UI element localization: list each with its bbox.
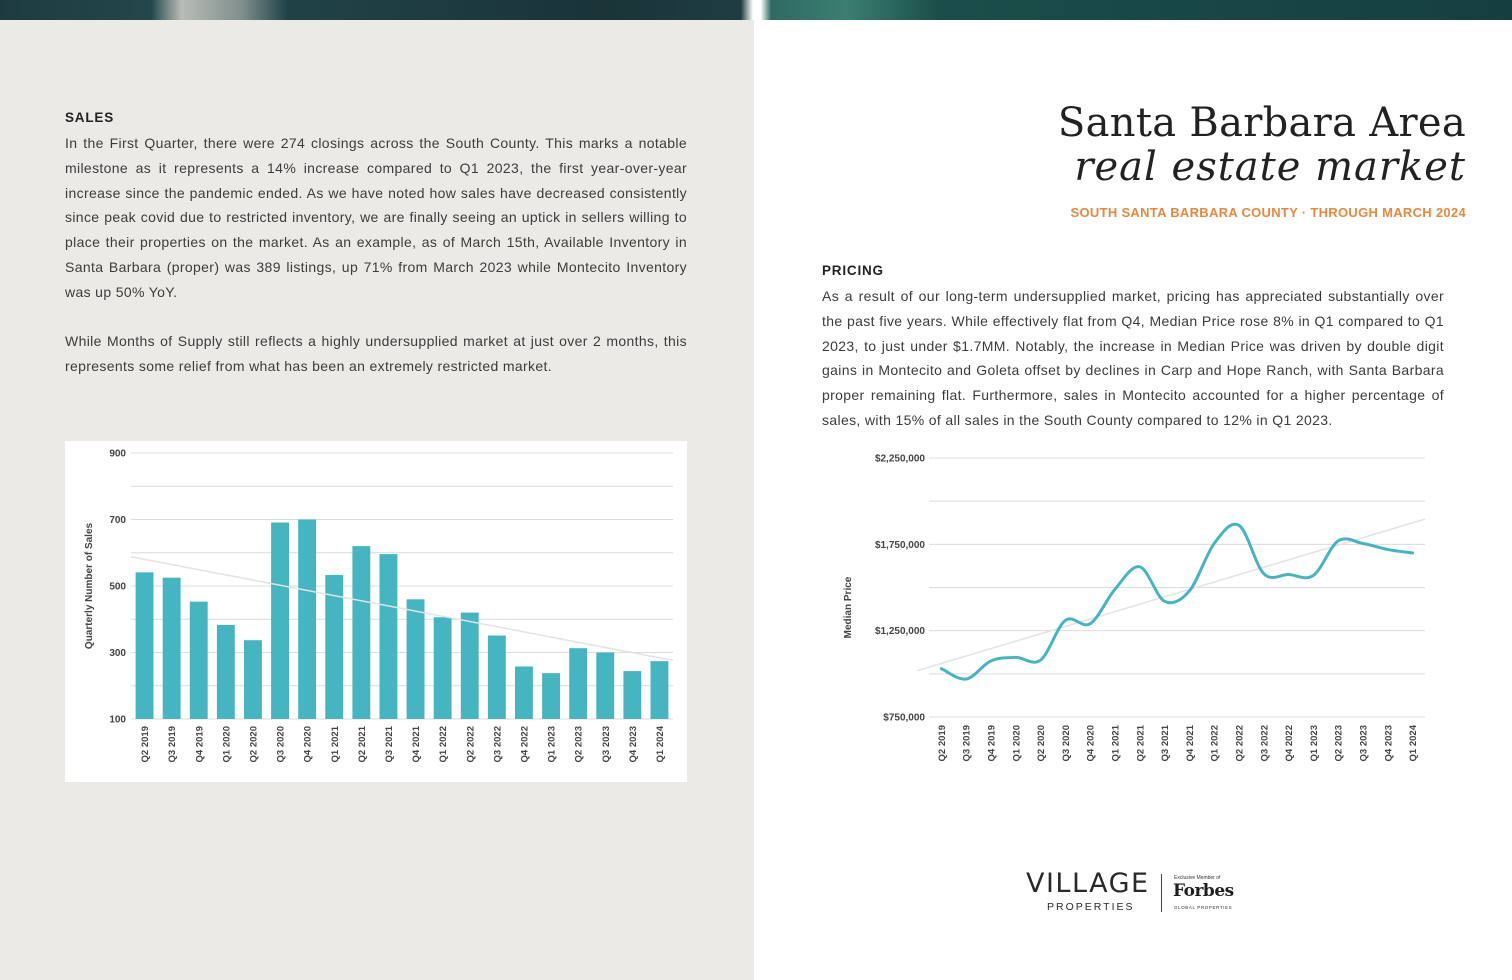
bar <box>650 661 669 719</box>
y-tick-label: 300 <box>109 648 126 659</box>
x-tick-label: Q4 2022 <box>1284 725 1295 761</box>
bar <box>298 519 317 719</box>
sales-bar-chart-card: 100 300 500 700 900 Q2 2019 Q3 2019 Q4 2019 Q1 2… <box>65 441 687 782</box>
y-tick-label: 100 <box>109 715 126 726</box>
page-title-line-2: real estate market <box>1074 144 1466 190</box>
page-title-line-1: Santa Barbara Area <box>1057 100 1466 146</box>
trend-line <box>916 518 1426 672</box>
bar <box>487 635 506 719</box>
bar <box>352 546 371 719</box>
x-tick-label: Q4 2021 <box>1185 724 1196 761</box>
x-tick-label: Q3 2023 <box>601 726 612 762</box>
bar <box>379 554 398 719</box>
sales-text: In the First Quarter, there were 274 clo… <box>65 131 687 379</box>
bar <box>162 577 181 719</box>
x-tick-label: Q3 2021 <box>384 725 395 762</box>
village-logo-text: VILLAGE <box>1026 868 1150 899</box>
sales-bar-chart: 100 300 500 700 900 Q2 2019 Q3 2019 Q4 2019 Q1 2… <box>84 449 674 762</box>
properties-logo-text: PROPERTIES <box>1047 901 1135 913</box>
x-tick-label: Q4 2019 <box>987 725 998 761</box>
sales-paragraph-2: While Months of Supply still reflects a … <box>65 333 687 375</box>
pricing-text: As a result of our long-term undersuppli… <box>822 284 1444 433</box>
pricing-heading: PRICING <box>822 263 884 278</box>
median-price-line-chart: $750,000 $1,250,000 $1,750,000 $2,250,000 Q2… <box>843 454 1426 761</box>
y-tick-label: $1,250,000 <box>875 626 925 637</box>
x-tick-label: Q4 2022 <box>519 726 530 762</box>
x-tick-label: Q2 2019 <box>937 725 948 761</box>
x-tick-label: Q3 2022 <box>1259 725 1270 761</box>
trend-line <box>130 555 674 662</box>
x-tick-label: Q2 2023 <box>1334 725 1345 761</box>
x-tick-label: Q4 2020 <box>303 726 314 762</box>
sales-paragraph-1: In the First Quarter, there were 274 clo… <box>65 135 687 300</box>
x-tick-label: Q1 2023 <box>1309 725 1320 761</box>
bar <box>515 666 533 719</box>
bar <box>596 652 615 719</box>
y-tick-label: $2,250,000 <box>875 454 925 465</box>
bar <box>135 572 154 719</box>
bar <box>216 624 235 719</box>
x-tick-label: Q4 2019 <box>194 726 205 762</box>
x-tick-label: Q4 2023 <box>1383 725 1394 761</box>
x-tick-label: Q3 2019 <box>962 725 973 761</box>
top-banner-image <box>0 0 1512 20</box>
sales-heading: SALES <box>65 110 115 125</box>
x-tick-label: Q3 2021 <box>1160 724 1171 761</box>
bar <box>271 522 289 719</box>
x-tick-label: Q3 2023 <box>1359 725 1370 761</box>
forbes-logo: Forbes <box>1173 881 1234 901</box>
x-tick-label: Q4 2021 <box>411 725 422 762</box>
x-tick-label: Q1 2024 <box>655 725 666 762</box>
x-tick-label: Q3 2020 <box>276 726 287 762</box>
x-tick-label: Q1 2024 <box>1408 724 1419 761</box>
price-line <box>939 522 1415 681</box>
x-tick-label: Q2 2020 <box>248 726 259 762</box>
x-tick-label: Q2 2022 <box>1235 725 1246 761</box>
x-tick-label: Q4 2023 <box>628 726 639 762</box>
bar <box>542 673 560 719</box>
bar <box>189 601 208 719</box>
y-tick-label: $1,750,000 <box>875 540 925 551</box>
y-tick-label: 900 <box>109 449 126 460</box>
x-tick-label: Q3 2019 <box>167 726 178 762</box>
x-tick-label: Q1 2022 <box>438 726 449 762</box>
y-axis-label: Median Price <box>843 576 854 638</box>
x-tick-label: Q2 2021 <box>1135 724 1146 761</box>
x-tick-label: Q2 2021 <box>357 725 368 762</box>
x-tick-label: Q1 2020 <box>1011 725 1022 761</box>
x-tick-label: Q2 2023 <box>574 726 585 762</box>
x-tick-label: Q2 2020 <box>1036 725 1047 761</box>
x-tick-label: Q1 2022 <box>1210 725 1221 761</box>
x-tick-label: Q3 2020 <box>1061 725 1072 761</box>
bar <box>569 648 588 719</box>
bar <box>406 599 425 719</box>
page-subtitle: SOUTH SANTA BARBARA COUNTY · THROUGH MAR… <box>1070 205 1466 220</box>
x-tick-label: Q2 2019 <box>140 726 151 762</box>
bar <box>244 640 262 719</box>
bar <box>623 671 642 719</box>
x-tick-label: Q4 2020 <box>1086 725 1097 761</box>
x-tick-label: Q1 2023 <box>547 726 558 762</box>
pricing-paragraph: As a result of our long-term undersuppli… <box>822 288 1444 428</box>
y-tick-label: $750,000 <box>883 713 925 724</box>
y-tick-label: 700 <box>109 515 126 526</box>
y-axis-label: Quarterly Number of Sales <box>84 522 95 649</box>
logo-divider <box>1161 874 1162 912</box>
x-tick-label: Q1 2021 <box>330 725 341 762</box>
y-tick-label: 500 <box>109 582 126 593</box>
x-tick-label: Q2 2022 <box>465 726 476 762</box>
global-properties-text: GLOBAL PROPERTIES <box>1174 905 1233 910</box>
x-tick-label: Q1 2020 <box>221 726 232 762</box>
x-tick-label: Q3 2022 <box>492 726 503 762</box>
bar <box>433 617 452 719</box>
x-tick-label: Q1 2021 <box>1111 724 1122 761</box>
bar <box>460 612 479 719</box>
